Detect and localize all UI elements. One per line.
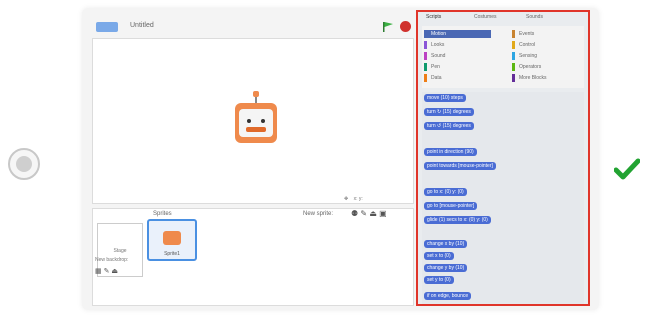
paint-backdrop-icon[interactable]: ✎ xyxy=(104,268,110,275)
selection-radio[interactable] xyxy=(8,148,40,180)
paint-sprite-icon[interactable]: ✎ xyxy=(360,209,367,218)
category-sensing[interactable]: Sensing xyxy=(512,52,537,60)
camera-icon[interactable]: ▣ xyxy=(379,209,387,218)
tab-sounds[interactable]: Sounds xyxy=(526,14,543,20)
tab-costumes[interactable]: Costumes xyxy=(474,14,497,20)
block-bounce[interactable]: if on edge, bounce xyxy=(424,292,472,300)
category-more-blocks[interactable]: More Blocks xyxy=(512,74,547,82)
new-backdrop-label: New backdrop: xyxy=(95,257,129,263)
block-glide[interactable]: glide (1) secs to x: (0) y: (0) xyxy=(424,216,491,224)
robot-mini-icon xyxy=(163,231,181,245)
sprites-label: Sprites xyxy=(153,211,172,217)
block-categories: Motion Looks Sound Pen Data Events Contr… xyxy=(422,26,584,88)
coordinates-readout: x: y: xyxy=(353,196,363,202)
block-point-towards[interactable]: point towards [mouse-pointer] xyxy=(424,162,496,170)
category-operators[interactable]: Operators xyxy=(512,63,541,71)
category-looks[interactable]: Looks xyxy=(424,41,444,49)
checkmark-icon xyxy=(614,158,640,180)
cursor-icon[interactable]: ✥ xyxy=(344,196,348,202)
category-sound[interactable]: Sound xyxy=(424,52,445,60)
sprite-thumbnail[interactable]: Sprite1 xyxy=(147,219,197,261)
new-sprite-label: New sprite: xyxy=(303,211,334,217)
sprite-pane: Sprites New sprite: ⚉ ✎ ⏏ ▣ Stage New ba… xyxy=(92,208,414,306)
block-turn-left[interactable]: turn ↺ (15) degrees xyxy=(424,122,474,130)
blocks-palette: Scripts Costumes Sounds Motion Looks Sou… xyxy=(416,10,590,306)
stop-icon[interactable] xyxy=(400,21,411,32)
stage-label: Stage xyxy=(113,248,127,254)
block-set-x[interactable]: set x to (0) xyxy=(424,252,454,260)
category-data[interactable]: Data xyxy=(424,74,442,82)
radio-dot xyxy=(16,156,32,172)
block-point-direction[interactable]: point in direction (90) xyxy=(424,148,477,156)
scratch-editor-screenshot: Untitled ✥ x: y: Sprites New sprite: ⚉ ✎… xyxy=(82,8,599,310)
category-control[interactable]: Control xyxy=(512,41,535,49)
block-go-to-xy[interactable]: go to x: (0) y: (0) xyxy=(424,188,467,196)
stage-header: Untitled xyxy=(92,16,412,38)
choose-sprite-icon[interactable]: ⚉ xyxy=(351,209,358,218)
category-motion[interactable]: Motion xyxy=(424,30,491,38)
blocks-list: move (10) steps turn ↻ (15) degrees turn… xyxy=(422,92,584,304)
editor-tabs: Scripts Costumes Sounds xyxy=(418,12,588,24)
upload-sprite-icon[interactable]: ⏏ xyxy=(369,209,377,218)
choose-backdrop-icon[interactable]: ▦ xyxy=(95,268,102,275)
tab-scripts[interactable]: Scripts xyxy=(426,14,441,20)
category-pen[interactable]: Pen xyxy=(424,63,440,71)
upload-backdrop-icon[interactable]: ⏏ xyxy=(111,268,118,275)
robot-sprite[interactable] xyxy=(231,89,281,149)
block-change-x[interactable]: change x by (10) xyxy=(424,240,468,248)
sprite-name: Sprite1 xyxy=(164,251,180,257)
block-set-y[interactable]: set y to (0) xyxy=(424,276,454,284)
version-badge xyxy=(96,22,118,32)
green-flag-icon[interactable] xyxy=(382,21,394,33)
stage-tools: ✥ x: y: xyxy=(344,196,414,206)
block-change-y[interactable]: change y by (10) xyxy=(424,264,468,272)
stage-canvas[interactable] xyxy=(92,38,414,204)
new-sprite-tools: ⚉ ✎ ⏏ ▣ xyxy=(351,209,387,218)
backdrop-tools: ▦ ✎ ⏏ xyxy=(95,267,118,275)
block-move-steps[interactable]: move (10) steps xyxy=(424,94,466,102)
block-turn-right[interactable]: turn ↻ (15) degrees xyxy=(424,108,474,116)
category-events[interactable]: Events xyxy=(512,30,534,38)
block-go-to[interactable]: go to [mouse-pointer] xyxy=(424,202,478,210)
project-name: Untitled xyxy=(130,22,154,29)
